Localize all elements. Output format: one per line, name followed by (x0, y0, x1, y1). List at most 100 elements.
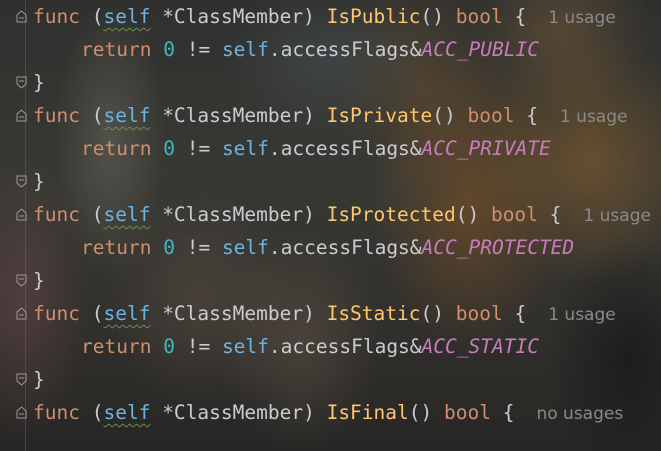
fold-collapse-icon[interactable] (16, 208, 27, 221)
receiver-ref: self (221, 38, 269, 61)
close-paren: ) (303, 302, 315, 325)
code-line-text: func (self *ClassMember) IsProtected() b… (33, 198, 651, 233)
func-keyword: func (33, 302, 80, 325)
code-line-text: func (self *ClassMember) IsStatic() bool… (33, 297, 616, 332)
dot: . (268, 38, 281, 61)
constant-name: ACC_PRIVATE (421, 137, 551, 160)
receiver-name: self (103, 401, 151, 424)
func-keyword: func (33, 5, 80, 28)
number-literal: 0 (163, 137, 175, 160)
receiver-type: *ClassMember (162, 401, 304, 424)
fold-collapse-icon[interactable] (16, 109, 27, 122)
open-brace: { (514, 5, 527, 28)
usage-inlay-hint[interactable]: 1 usage (548, 8, 616, 28)
fold-collapse-icon[interactable] (16, 10, 27, 23)
usage-inlay-hint[interactable]: 1 usage (583, 206, 651, 226)
fold-collapse-icon[interactable] (16, 406, 27, 419)
return-keyword: return (81, 335, 152, 358)
code-line-text: func (self *ClassMember) IsPublic() bool… (33, 0, 616, 35)
params: () (420, 302, 444, 325)
open-brace: { (549, 203, 562, 226)
code-line-text: return 0 != self.accessFlags&ACC_PROTECT… (33, 231, 574, 264)
close-paren: ) (303, 5, 315, 28)
fold-collapse-icon[interactable] (16, 307, 27, 320)
code-line-text: } (33, 264, 45, 297)
bitwise-and-operator: & (409, 236, 422, 259)
open-paren: ( (91, 5, 104, 28)
not-equal-operator: != (186, 335, 211, 358)
field-name: accessFlags (280, 236, 410, 259)
open-paren: ( (91, 401, 104, 424)
bitwise-and-operator: & (409, 335, 422, 358)
receiver-name: self (103, 302, 151, 325)
field-name: accessFlags (280, 335, 410, 358)
close-brace: } (33, 368, 45, 391)
receiver-name: self (103, 203, 151, 226)
code-line-text: func (self *ClassMember) IsPrivate() boo… (33, 99, 627, 134)
constant-name: ACC_STATIC (421, 335, 539, 358)
field-name: accessFlags (280, 38, 410, 61)
receiver-ref: self (221, 137, 269, 160)
params: () (420, 5, 444, 28)
params: () (408, 401, 433, 424)
return-type: bool (444, 401, 491, 424)
return-keyword: return (81, 236, 152, 259)
dot: . (268, 236, 281, 259)
close-brace: } (33, 71, 45, 94)
code-line-text: } (33, 165, 45, 198)
open-brace: { (514, 302, 527, 325)
fold-end-icon[interactable] (16, 274, 27, 287)
func-keyword: func (33, 203, 80, 226)
return-type: bool (467, 104, 515, 127)
receiver-type: *ClassMember (162, 203, 304, 226)
field-name: accessFlags (280, 137, 410, 160)
receiver-type: *ClassMember (162, 104, 304, 127)
open-paren: ( (91, 302, 104, 325)
open-paren: ( (91, 104, 104, 127)
number-literal: 0 (163, 335, 175, 358)
constant-name: ACC_PROTECTED (421, 236, 575, 259)
number-literal: 0 (163, 38, 175, 61)
fold-end-icon[interactable] (16, 175, 27, 188)
open-paren: ( (91, 203, 104, 226)
not-equal-operator: != (186, 137, 211, 160)
receiver-name: self (103, 104, 151, 127)
params: () (432, 104, 456, 127)
receiver-ref: self (221, 335, 269, 358)
fold-end-icon[interactable] (16, 373, 27, 386)
return-type: bool (490, 203, 538, 226)
close-paren: ) (303, 401, 315, 424)
usage-inlay-hint[interactable]: 1 usage (548, 305, 616, 325)
not-equal-operator: != (186, 236, 211, 259)
fold-end-icon[interactable] (16, 76, 27, 89)
code-line-text: } (33, 66, 45, 99)
code-line-text: return 0 != self.accessFlags&ACC_PRIVATE (33, 132, 551, 165)
usage-inlay-hint[interactable]: no usages (536, 404, 623, 424)
func-keyword: func (33, 401, 80, 424)
close-paren: ) (303, 203, 315, 226)
receiver-name: self (103, 5, 151, 28)
number-literal: 0 (163, 236, 175, 259)
usage-inlay-hint[interactable]: 1 usage (560, 107, 628, 127)
not-equal-operator: != (186, 38, 211, 61)
open-brace: { (502, 401, 515, 424)
close-brace: } (33, 269, 45, 292)
return-keyword: return (81, 137, 152, 160)
receiver-ref: self (221, 236, 269, 259)
constant-name: ACC_PUBLIC (421, 38, 539, 61)
return-type: bool (455, 302, 503, 325)
dot: . (268, 137, 281, 160)
dot: . (268, 335, 281, 358)
open-brace: { (526, 104, 538, 127)
func-keyword: func (33, 104, 80, 127)
function-name: IsProtected (326, 203, 456, 226)
code-line-text: func (self *ClassMember) IsFinal() bool … (33, 396, 623, 431)
close-brace: } (33, 170, 45, 193)
function-name: IsPublic (326, 5, 421, 28)
bitwise-and-operator: & (409, 38, 422, 61)
function-name: IsPrivate (326, 104, 433, 127)
code-line-text: return 0 != self.accessFlags&ACC_STATIC (33, 330, 539, 363)
code-line-text: return 0 != self.accessFlags&ACC_PUBLIC (33, 33, 539, 66)
receiver-type: *ClassMember (162, 302, 304, 325)
params: () (455, 203, 480, 226)
